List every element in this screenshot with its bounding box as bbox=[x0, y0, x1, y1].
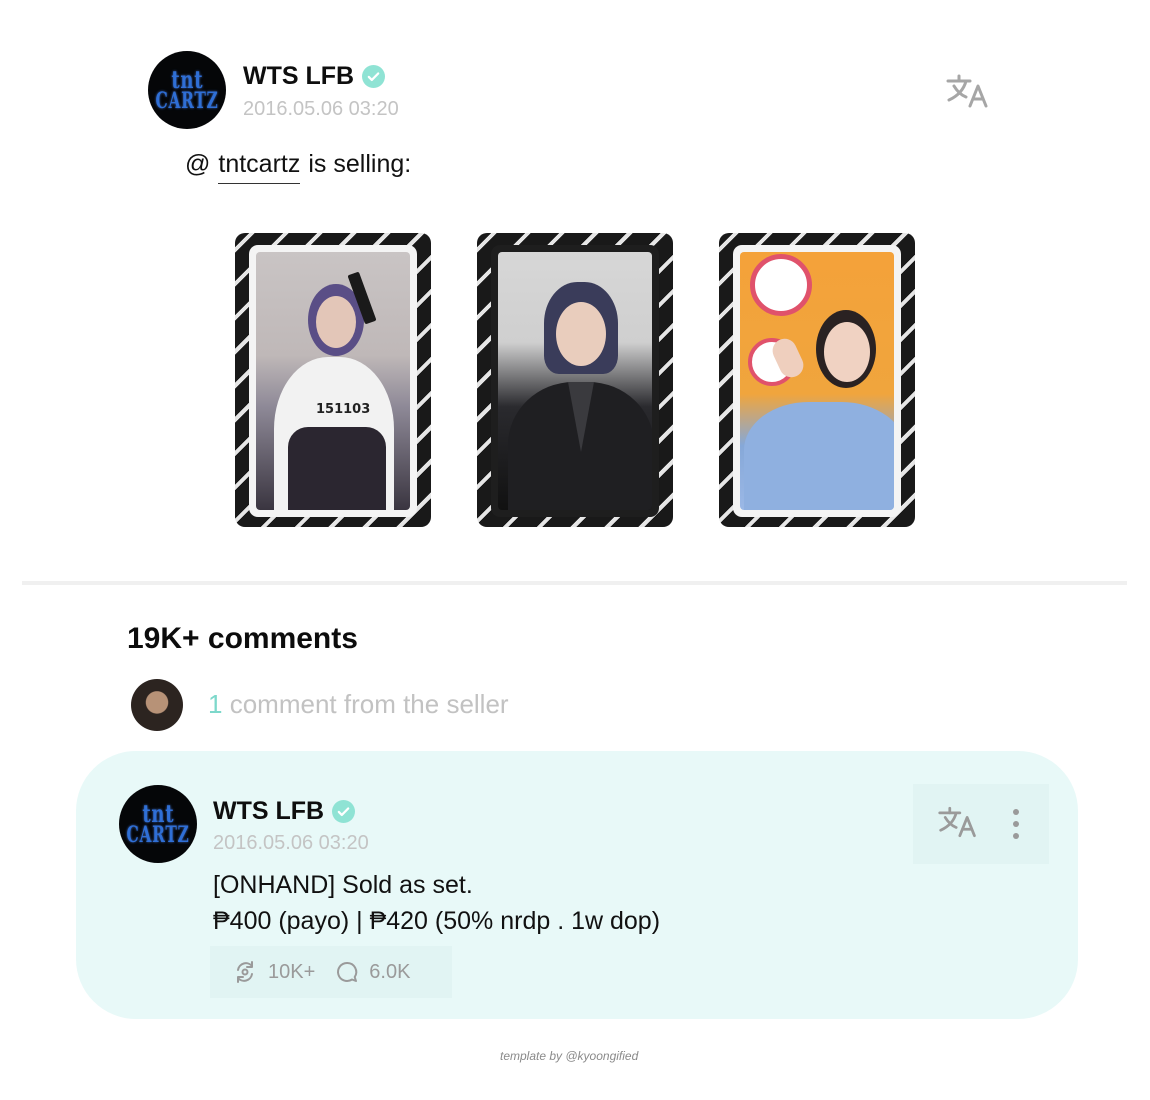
post-date: 2016.05.06 03:20 bbox=[243, 98, 399, 120]
comment-actions bbox=[913, 784, 1049, 864]
repost-button[interactable]: 10K+ bbox=[232, 960, 315, 984]
comment-author[interactable]: WTS LFB bbox=[213, 797, 356, 826]
repost-count: 10K+ bbox=[268, 960, 316, 983]
verified-icon bbox=[332, 800, 356, 823]
figure-face bbox=[316, 296, 356, 348]
seller-comment-label: comment from the seller bbox=[229, 689, 509, 719]
template-credit: template by @kyoongified bbox=[500, 1049, 639, 1063]
seller-comment-count: 1 bbox=[208, 689, 223, 719]
photocard-1[interactable]: 151103 bbox=[235, 233, 431, 527]
post-author-name: WTS LFB bbox=[243, 62, 355, 90]
figure-skirt bbox=[288, 427, 386, 510]
reply-count: 6.0K bbox=[369, 960, 411, 983]
reply-icon bbox=[337, 961, 358, 982]
photocard-image: 151103 bbox=[256, 252, 410, 510]
comment-line-2: ₱400 (payo) | ₱420 (50% nrdp . 1w dop) bbox=[213, 907, 661, 935]
shirt-number: 151103 bbox=[316, 402, 371, 417]
photocard-frame: 151103 bbox=[249, 245, 417, 517]
figure-face bbox=[556, 302, 606, 366]
repost-icon bbox=[237, 961, 253, 983]
comment-line-1: [ONHAND] Sold as set. bbox=[213, 871, 473, 899]
post-text: @ tntcartz is selling: bbox=[185, 150, 411, 184]
mention-suffix: is selling: bbox=[308, 150, 412, 178]
comment-text: [ONHAND] Sold as set. ₱400 (payo) | ₱420… bbox=[213, 867, 660, 939]
verified-icon bbox=[362, 65, 386, 88]
seller-avatar[interactable] bbox=[131, 679, 183, 731]
photocard-frame bbox=[491, 245, 659, 517]
mention-link[interactable]: tntcartz bbox=[218, 150, 301, 184]
photocard-2[interactable] bbox=[477, 233, 673, 527]
comment-avatar[interactable]: tnt CARTZ bbox=[119, 785, 197, 863]
comment-stats: 10K+ 6.0K bbox=[210, 946, 452, 998]
reply-button[interactable]: 6.0K bbox=[335, 960, 410, 984]
seller-comment-link[interactable]: 1 comment from the seller bbox=[208, 689, 509, 720]
photocard-image bbox=[498, 252, 652, 510]
more-icon[interactable] bbox=[1007, 803, 1025, 845]
comment-date: 2016.05.06 03:20 bbox=[213, 832, 369, 854]
photocard-image bbox=[740, 252, 894, 510]
post-avatar[interactable]: tnt CARTZ bbox=[148, 51, 226, 129]
translate-icon[interactable] bbox=[945, 73, 991, 109]
wall-clock bbox=[750, 254, 812, 316]
photocard-frame bbox=[733, 245, 901, 517]
mention-prefix: @ bbox=[185, 150, 211, 178]
avatar-logo-bottom: CARTZ bbox=[126, 822, 190, 848]
figure-face bbox=[824, 322, 870, 382]
post-author[interactable]: WTS LFB bbox=[243, 62, 386, 91]
comments-count-title: 19K+ comments bbox=[127, 622, 358, 655]
figure-jacket bbox=[744, 402, 894, 510]
translate-icon[interactable] bbox=[937, 805, 979, 844]
avatar-logo-bottom: CARTZ bbox=[155, 88, 219, 114]
photocard-3[interactable] bbox=[719, 233, 915, 527]
section-divider bbox=[22, 581, 1127, 585]
comment-author-name: WTS LFB bbox=[213, 797, 325, 825]
